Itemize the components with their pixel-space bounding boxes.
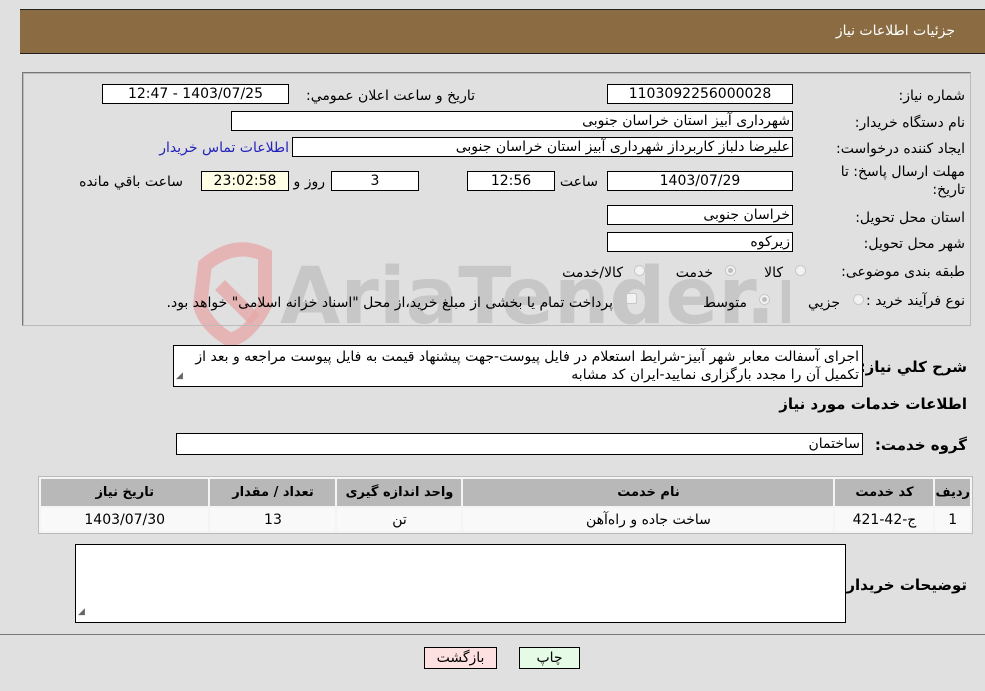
deadline-time-label: ساعت — [559, 174, 598, 190]
cell-row-number: 1 — [935, 508, 970, 531]
need-number-label: شماره نیاز: — [898, 88, 966, 104]
days-label: روز و — [293, 174, 326, 190]
cell-quantity: 13 — [210, 508, 336, 531]
time-remaining-field: 23:02:58 — [201, 171, 289, 191]
delivery-province-label: استان محل تحویل: — [855, 210, 965, 226]
back-button[interactable]: بازگشت — [424, 647, 497, 669]
page-title: جزئیات اطلاعات نیاز — [835, 23, 955, 39]
service-group-label: گروه خدمت: — [874, 436, 967, 454]
announce-datetime-label: تاریخ و ساعت اعلان عمومي: — [306, 88, 475, 104]
category-radio-service[interactable] — [725, 265, 736, 276]
days-remaining-field[interactable]: 3 — [331, 171, 419, 191]
col-header-row-number: رديف — [935, 479, 970, 506]
category-option-goods-service: کالا/خدمت — [562, 265, 623, 281]
requester-field[interactable]: علیرضا دلباز کاربرداز شهرداری آبیز استان… — [292, 137, 793, 157]
time-remaining-label: ساعت باقي مانده — [79, 174, 183, 190]
treasury-checkbox[interactable] — [626, 293, 637, 304]
description-label: شرح كلي نياز: — [859, 358, 967, 376]
resize-grip-icon[interactable]: ◢ — [176, 367, 183, 385]
print-button[interactable]: چاپ — [519, 647, 580, 669]
buyer-org-field[interactable]: شهرداری آبیز استان خراسان جنوبی — [231, 111, 793, 131]
table-row: 1 ج-42-421 ساخت جاده و راه‌آهن تن 13 140… — [41, 508, 970, 531]
delivery-province-field[interactable]: خراسان جنوبی — [607, 205, 793, 225]
page-header: جزئیات اطلاعات نیاز — [20, 9, 985, 54]
buyer-contact-link[interactable]: اطلاعات تماس خریدار — [159, 140, 289, 156]
need-number-field[interactable]: 1103092256000028 — [607, 84, 793, 104]
col-header-service-name: نام خدمت — [463, 479, 834, 506]
treasury-note: پرداخت تمام یا بخشی از مبلغ خرید،از محل … — [166, 295, 613, 311]
resize-grip-icon[interactable]: ◢ — [78, 603, 85, 621]
category-radio-goods-service[interactable] — [634, 265, 645, 276]
description-text: اجرای آسفالت معابر شهر آبیز-شرایط استعلا… — [195, 349, 859, 383]
service-group-field[interactable]: ساختمان — [176, 433, 863, 455]
col-header-quantity: تعداد / مقدار — [210, 479, 336, 506]
deadline-label-line1: مهلت ارسال پاسخ: تا — [840, 164, 965, 180]
deadline-date-field[interactable]: 1403/07/29 — [607, 171, 793, 191]
cell-service-code: ج-42-421 — [835, 508, 934, 531]
cell-need-date: 1403/07/30 — [41, 508, 209, 531]
category-option-service: خدمت — [675, 265, 713, 281]
description-textarea[interactable]: اجرای آسفالت معابر شهر آبیز-شرایط استعلا… — [173, 345, 863, 387]
col-header-need-date: تاریخ نیاز — [41, 479, 209, 506]
buyer-org-label: نام دستگاه خریدار: — [854, 115, 965, 131]
footer-divider — [0, 634, 985, 635]
announce-datetime-field[interactable]: 1403/07/25 - 12:47 — [102, 84, 289, 104]
category-option-goods: کالا — [764, 265, 783, 281]
purchase-type-radio-medium[interactable] — [759, 294, 770, 305]
category-label: طبقه بندی موضوعی: — [841, 264, 965, 280]
requester-label: ایجاد کننده درخواست: — [836, 141, 965, 157]
deadline-time-field[interactable]: 12:56 — [467, 171, 555, 191]
purchase-type-label: نوع فرآیند خرید : — [866, 293, 965, 309]
purchase-type-option-minor: جزيي — [808, 295, 840, 311]
cell-unit: تن — [337, 508, 462, 531]
buyer-notes-label: توضیحات خریدار: — [840, 576, 967, 594]
table-header-row: رديف کد خدمت نام خدمت واحد اندازه گیری ت… — [41, 479, 970, 506]
delivery-city-field[interactable]: زیرکوه — [607, 232, 793, 252]
category-radio-goods[interactable] — [795, 265, 806, 276]
cell-service-name: ساخت جاده و راه‌آهن — [463, 508, 834, 531]
delivery-city-label: شهر محل تحویل: — [863, 236, 965, 252]
col-header-service-code: کد خدمت — [835, 479, 934, 506]
col-header-unit: واحد اندازه گیری — [337, 479, 462, 506]
buyer-notes-textarea[interactable]: ◢ — [75, 544, 846, 623]
purchase-type-radio-minor[interactable] — [853, 294, 864, 305]
services-section-title: اطلاعات خدمات مورد نياز — [779, 395, 967, 413]
purchase-type-option-medium: متوسط — [703, 295, 747, 311]
deadline-label-line2: تاریخ: — [932, 182, 965, 198]
services-table: رديف کد خدمت نام خدمت واحد اندازه گیری ت… — [38, 476, 973, 534]
